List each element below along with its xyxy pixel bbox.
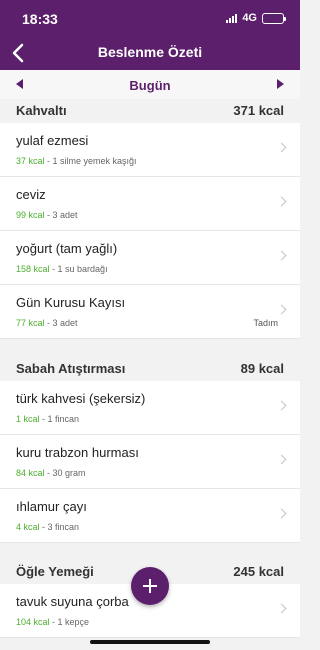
food-name: yoğurt (tam yağlı) [16, 241, 118, 256]
section-kcal: 89 kcal [240, 361, 284, 376]
food-kcal: 4 kcal [16, 522, 40, 532]
section-kcal: 371 kcal [233, 103, 284, 118]
food-item[interactable]: ceviz 99 kcal - 3 adet [0, 177, 300, 231]
chevron-right-icon [276, 603, 287, 614]
selected-date[interactable]: Bugün [0, 78, 300, 93]
status-bar: 18:33 4G [0, 0, 300, 36]
food-portion: - 30 gram [44, 468, 86, 478]
food-meta: 84 kcal - 30 gram [16, 468, 86, 478]
food-meta: 77 kcal - 3 adet [16, 318, 78, 328]
chevron-right-icon [276, 508, 287, 519]
battery-icon [262, 12, 286, 24]
food-portion: - 1 fincan [39, 414, 80, 424]
add-food-button[interactable] [131, 567, 169, 605]
chevron-right-icon [276, 400, 287, 411]
food-portion: - 1 kepçe [49, 617, 90, 627]
section-kcal: 245 kcal [233, 564, 284, 579]
food-portion: - 3 adet [44, 210, 78, 220]
section-name: Öğle Yemeği [16, 564, 94, 579]
food-kcal: 37 kcal [16, 156, 45, 166]
section-header-breakfast: Kahvaltı 371 kcal [0, 99, 300, 123]
signal-icon [226, 13, 238, 23]
chevron-right-icon [276, 304, 287, 315]
food-meta: 37 kcal - 1 silme yemek kaşığı [16, 156, 137, 166]
food-kcal: 99 kcal [16, 210, 45, 220]
food-kcal: 84 kcal [16, 468, 45, 478]
page-title: Beslenme Özeti [97, 44, 203, 60]
food-name: ıhlamur çayı [16, 499, 87, 514]
nutrition-summary-screen: 18:33 4G Beslenme Özeti Bugün Kahvaltı 3… [0, 0, 300, 650]
food-name: kuru trabzon hurması [16, 445, 139, 460]
status-indicators: 4G [226, 12, 286, 24]
food-item[interactable]: yoğurt (tam yağlı) 158 kcal - 1 su barda… [0, 231, 300, 285]
food-name: türk kahvesi (şekersiz) [16, 391, 146, 406]
food-name: Gün Kurusu Kayısı [16, 295, 126, 310]
food-item[interactable]: Gün Kurusu Kayısı 77 kcal - 3 adet Tadım [0, 285, 300, 339]
food-portion: - 1 silme yemek kaşığı [44, 156, 137, 166]
food-name: tavuk suyuna çorba [16, 594, 129, 609]
food-meta: 4 kcal - 3 fincan [16, 522, 79, 532]
food-kcal: 158 kcal [16, 264, 50, 274]
date-selector: Bugün [0, 70, 300, 100]
food-meta: 1 kcal - 1 fincan [16, 414, 79, 424]
next-day-button[interactable] [277, 79, 284, 89]
food-kcal: 77 kcal [16, 318, 45, 328]
section-name: Kahvaltı [16, 103, 67, 118]
food-name: ceviz [16, 187, 46, 202]
food-name: yulaf ezmesi [16, 133, 89, 148]
home-indicator[interactable] [90, 640, 210, 644]
section-header-morning-snack: Sabah Atıştırması 89 kcal [0, 357, 300, 381]
food-portion: - 3 adet [44, 318, 78, 328]
chevron-right-icon [276, 142, 287, 153]
food-item[interactable]: türk kahvesi (şekersiz) 1 kcal - 1 finca… [0, 381, 300, 435]
network-type: 4G [242, 12, 257, 24]
chevron-right-icon [276, 250, 287, 261]
chevron-right-icon [276, 454, 287, 465]
nav-row: Beslenme Özeti [0, 36, 300, 70]
status-time: 18:33 [22, 11, 58, 27]
food-meta: 99 kcal - 3 adet [16, 210, 78, 220]
food-meta: 158 kcal - 1 su bardağı [16, 264, 108, 274]
food-portion: - 1 su bardağı [49, 264, 108, 274]
tasting-tag: Tadım [253, 318, 278, 328]
food-portion: - 3 fincan [39, 522, 80, 532]
chevron-right-icon [276, 196, 287, 207]
section-name: Sabah Atıştırması [16, 361, 126, 376]
food-kcal: 104 kcal [16, 617, 50, 627]
header: 18:33 4G Beslenme Özeti [0, 0, 300, 70]
food-item[interactable]: kuru trabzon hurması 84 kcal - 30 gram [0, 435, 300, 489]
food-item[interactable]: ıhlamur çayı 4 kcal - 3 fincan [0, 489, 300, 543]
food-item[interactable]: yulaf ezmesi 37 kcal - 1 silme yemek kaş… [0, 123, 300, 177]
food-meta: 104 kcal - 1 kepçe [16, 617, 89, 627]
food-kcal: 1 kcal [16, 414, 40, 424]
